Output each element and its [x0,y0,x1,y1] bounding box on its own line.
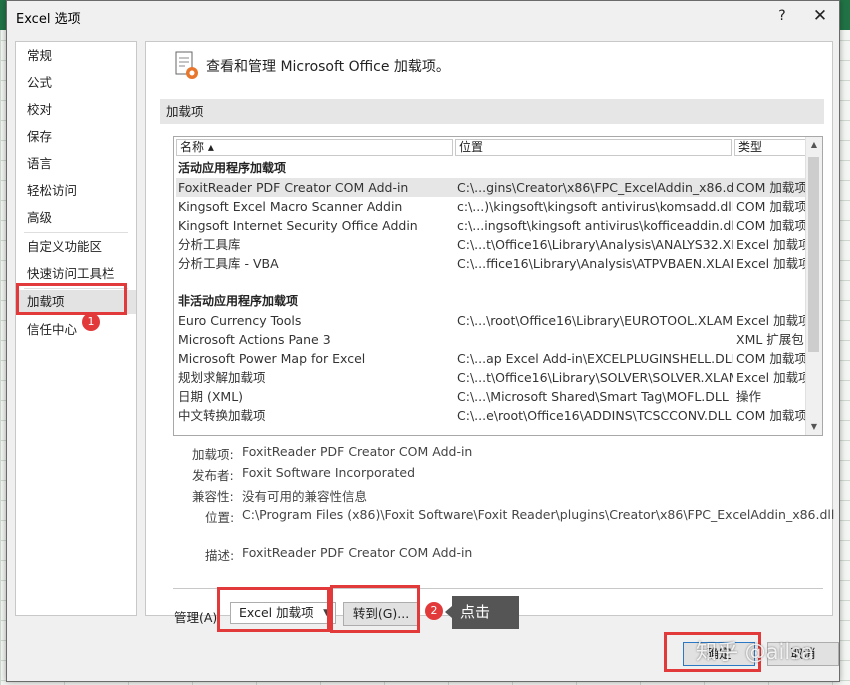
row-location: C:\...e\root\Office16\ADDINS\TCSCCONV.DL… [457,408,732,423]
row-type: COM 加载项 [736,199,807,214]
row-name: 中文转换加载项 [178,408,266,423]
table-row[interactable]: Euro Currency Tools C:\...\root\Office16… [176,311,809,330]
row-name: Microsoft Power Map for Excel [178,351,366,366]
detail-publisher-value: Foxit Software Incorporated [242,465,416,480]
table-row[interactable]: 规划求解加载项 C:\...t\Office16\Library\SOLVER\… [176,368,809,387]
row-location: C:\...t\Office16\Library\Analysis\ANALYS… [457,237,733,252]
row-type: COM 加载项 [736,218,807,233]
nav-item-general[interactable]: 常规 [16,44,136,68]
watermark: 知乎 @ailsa [696,640,815,664]
nav-item-advanced[interactable]: 高级 [16,206,136,230]
detail-publisher-label: 发布者: [192,468,234,483]
row-name: Kingsoft Internet Security Office Addin [178,218,418,233]
row-location: C:\...ap Excel Add-in\EXCELPLUGINSHELL.D… [457,351,733,366]
highlight-go-button [330,585,420,633]
column-header-location[interactable]: 位置 [455,139,732,156]
options-nav: 常规 公式 校对 保存 语言 轻松访问 高级 自定义功能区 快速访问工具栏 加载… [15,41,137,616]
row-location: c:\...)\kingsoft\kingsoft antivirus\koms… [457,199,733,214]
detail-compat-value: 没有可用的兼容性信息 [242,489,368,504]
nav-item-accessibility[interactable]: 轻松访问 [16,179,136,203]
row-location: C:\...t\Office16\Library\SOLVER\SOLVER.X… [457,370,733,385]
row-location: C:\...ffice16\Library\Analysis\ATPVBAEN.… [457,256,733,271]
row-name: FoxitReader PDF Creator COM Add-in [178,180,409,195]
table-row[interactable]: 日期 (XML) C:\...\Microsoft Shared\Smart T… [176,387,809,406]
row-type: Excel 加载项 [736,313,809,328]
click-tooltip: 点击 [445,596,519,629]
dialog-title: Excel 选项 [16,12,81,27]
scroll-thumb[interactable] [808,157,819,352]
row-type: Excel 加载项 [736,237,809,252]
nav-item-proofing[interactable]: 校对 [16,98,136,122]
addins-list[interactable]: 名称 ▴ 位置 类型 活动应用程序加载项 FoxitReader PDF Cre… [173,136,823,436]
column-header-type[interactable]: 类型 [734,139,806,156]
row-type: 操作 [736,389,762,404]
row-name: Microsoft Actions Pane 3 [178,332,331,347]
row-type: XML 扩展包 [736,332,804,347]
row-name: 分析工具库 - VBA [178,256,279,271]
row-name: Euro Currency Tools [178,313,302,328]
detail-desc-label: 描述: [205,548,235,563]
row-type: Excel 加载项 [736,256,809,271]
excel-options-dialog: Excel 选项 ? ✕ 常规 公式 校对 保存 语言 轻松访问 高级 自定义功… [6,0,840,682]
row-type: COM 加载项 [736,351,807,366]
panel-header: 查看和管理 Microsoft Office 加载项。 [206,59,450,75]
detail-addin-label: 加载项: [192,447,234,462]
addins-gear-icon [175,51,198,79]
list-scrollbar[interactable]: ▲ ▼ [805,137,822,435]
row-location: C:\...\root\Office16\Library\EUROTOOL.XL… [457,313,733,328]
row-location: C:\...\Microsoft Shared\Smart Tag\MOFL.D… [457,389,729,404]
step-badge-1: 1 [82,313,100,331]
highlight-manage-select [217,587,330,632]
table-row[interactable]: 分析工具库 - VBA C:\...ffice16\Library\Analys… [176,254,809,273]
scroll-up-icon[interactable]: ▲ [806,137,822,153]
nav-item-language[interactable]: 语言 [16,152,136,176]
group-header-inactive: 非活动应用程序加载项 [178,294,299,308]
table-row[interactable]: Microsoft Actions Pane 3 XML 扩展包 [176,330,809,349]
nav-item-trust-center[interactable]: 信任中心 [16,318,136,342]
row-type: COM 加载项 [736,180,807,195]
nav-item-save[interactable]: 保存 [16,125,136,149]
help-button[interactable]: ? [771,5,793,27]
table-row[interactable]: 中文转换加载项 C:\...e\root\Office16\ADDINS\TCS… [176,406,809,425]
manage-label: 管理(A): [174,610,222,625]
row-location: C:\...gins\Creator\x86\FPC_ExcelAddin_x8… [457,180,733,195]
section-title: 加载项 [160,99,824,124]
row-type: Excel 加载项 [736,370,809,385]
row-location: c:\...ingsoft\kingsoft antivirus\koffice… [457,218,733,233]
addins-panel: 查看和管理 Microsoft Office 加载项。 加载项 名称 ▴ 位置 … [145,41,835,626]
row-type: COM 加载项 [736,408,807,423]
table-row[interactable]: FoxitReader PDF Creator COM Add-in C:\..… [176,178,809,197]
scroll-down-icon[interactable]: ▼ [806,419,822,435]
detail-addin-value: FoxitReader PDF Creator COM Add-in [242,444,473,459]
detail-compat-label: 兼容性: [192,489,234,504]
group-header-active: 活动应用程序加载项 [178,161,287,175]
row-name: Kingsoft Excel Macro Scanner Addin [178,199,403,214]
row-name: 日期 (XML) [178,389,244,404]
table-row[interactable]: 分析工具库 C:\...t\Office16\Library\Analysis\… [176,235,809,254]
detail-location-label: 位置: [205,510,235,525]
nav-item-customize-ribbon[interactable]: 自定义功能区 [16,235,136,259]
step-badge-2: 2 [425,602,443,620]
detail-desc-value: FoxitReader PDF Creator COM Add-in [242,545,473,560]
table-row[interactable]: Kingsoft Internet Security Office Addin … [176,216,809,235]
close-button[interactable]: ✕ [807,3,833,29]
nav-item-formulas[interactable]: 公式 [16,71,136,95]
detail-location-value: C:\Program Files (x86)\Foxit Software\Fo… [242,507,835,522]
table-row[interactable]: Kingsoft Excel Macro Scanner Addin c:\..… [176,197,809,216]
row-name: 规划求解加载项 [178,370,266,385]
column-header-name[interactable]: 名称 ▴ [176,139,453,156]
highlight-addins-nav [16,283,127,315]
table-row[interactable]: Microsoft Power Map for Excel C:\...ap E… [176,349,809,368]
nav-divider [24,232,128,233]
row-name: 分析工具库 [178,237,241,252]
